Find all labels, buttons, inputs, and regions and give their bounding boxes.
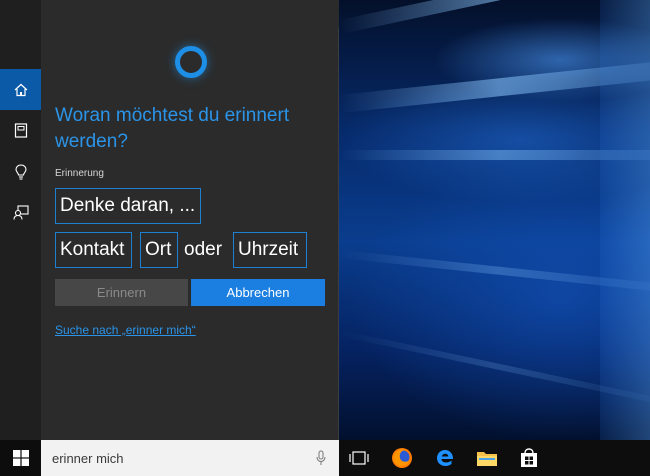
reminder-label: Erinnerung — [55, 168, 104, 179]
rail-top — [0, 0, 41, 28]
taskbar — [0, 440, 650, 476]
file-explorer-taskbar-button[interactable] — [472, 443, 502, 473]
windows-logo-icon — [12, 450, 29, 466]
taskbar-search-input[interactable] — [41, 440, 301, 476]
store-taskbar-button[interactable] — [514, 443, 544, 473]
firefox-taskbar-button[interactable] — [387, 443, 417, 473]
taskbar-search-box[interactable] — [41, 440, 339, 476]
rail-feedback-button[interactable] — [0, 192, 41, 233]
cortana-reminder-panel: Woran möchtest du erinnert werden? Erinn… — [41, 28, 339, 440]
place-field[interactable]: Ort — [140, 232, 178, 268]
notebook-icon — [14, 123, 27, 138]
folder-icon — [477, 452, 497, 466]
feedback-person-icon — [12, 205, 29, 220]
rail-home-button[interactable] — [0, 69, 41, 110]
start-button[interactable] — [0, 440, 41, 476]
task-view-button[interactable] — [344, 443, 374, 473]
reminder-question: Woran möchtest du erinnert werden? — [55, 105, 290, 152]
time-field[interactable]: Uhrzeit — [233, 232, 307, 268]
rail-notebook-button[interactable] — [0, 110, 41, 151]
remind-button[interactable]: Erinnern — [55, 279, 188, 306]
wallpaper-window-pane — [600, 0, 650, 440]
home-icon — [14, 83, 27, 96]
microphone-icon — [316, 450, 326, 465]
cancel-button[interactable]: Abbrechen — [191, 279, 325, 306]
lightbulb-icon — [14, 163, 27, 180]
cortana-side-rail — [0, 28, 41, 440]
edge-taskbar-button[interactable] — [430, 443, 460, 473]
reminder-text-field[interactable]: Denke daran, ... — [55, 188, 201, 224]
web-search-link[interactable]: Suche nach „erinner mich“ — [55, 323, 196, 337]
panel-top — [41, 0, 339, 28]
contact-field[interactable]: Kontakt — [55, 232, 132, 268]
rail-tips-button[interactable] — [0, 151, 41, 192]
edge-icon — [437, 450, 454, 466]
task-view-icon — [349, 451, 369, 465]
firefox-icon — [392, 448, 412, 468]
cortana-logo-icon — [175, 46, 207, 78]
or-text: oder — [184, 239, 223, 260]
store-bag-icon — [521, 448, 537, 467]
panel-border — [338, 28, 339, 440]
microphone-button[interactable] — [311, 448, 331, 468]
